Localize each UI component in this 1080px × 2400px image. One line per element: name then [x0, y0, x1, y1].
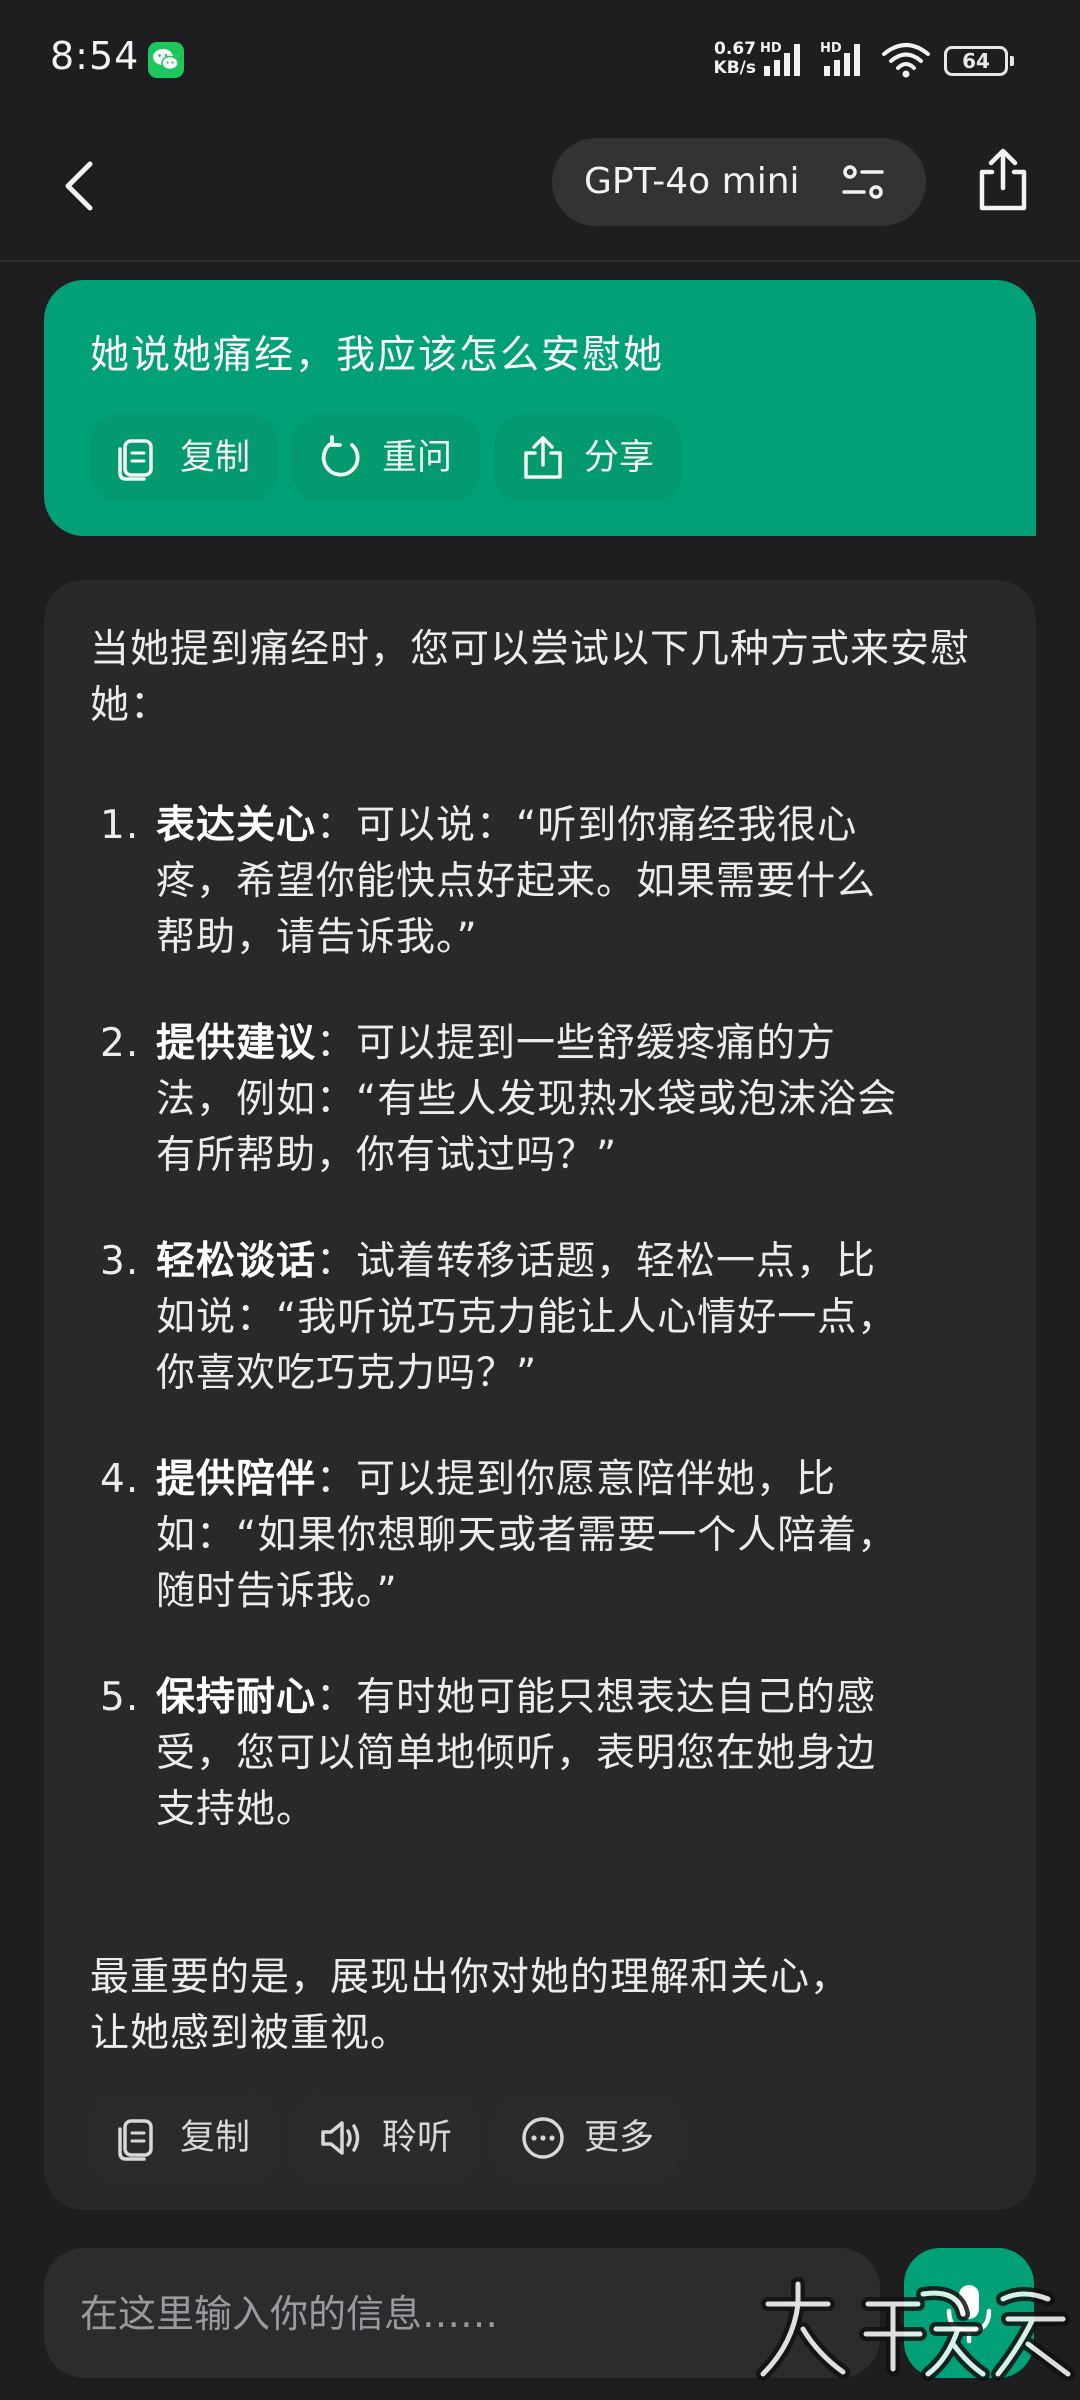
- tune-icon: [842, 165, 884, 199]
- list-item-text: 疼，希望你能快点好起来。如果需要什么: [156, 859, 877, 904]
- speaker-icon: [321, 2121, 360, 2155]
- signal-tag-1: HD: [760, 41, 782, 56]
- list-item-text: 帮助，请告诉我。”: [156, 915, 478, 960]
- list-item-text: 法，例如：“有些人发现热水袋或泡沫浴会: [156, 1077, 898, 1122]
- back-button[interactable]: [50, 154, 114, 218]
- copy-icon: [118, 2119, 153, 2161]
- assistant-outro-line: 最重要的是，展现出你对她的理解和关心，: [90, 1955, 851, 2000]
- net-speed-value: 0.67: [714, 39, 756, 59]
- list-item-text: 受，您可以简单地倾听，表明您在她身边: [156, 1731, 877, 1776]
- watermark-logo: [756, 2277, 1075, 2381]
- list-number: 3.: [100, 1239, 140, 1284]
- top-bar: GPT-4o mini: [0, 120, 1080, 262]
- copy-response-button[interactable]: 复制: [90, 2094, 278, 2182]
- more-icon: [522, 2117, 564, 2159]
- copy-label: 复制: [180, 438, 251, 478]
- list-number: 1.: [100, 803, 140, 848]
- net-speed: 0.67 KB/s: [702, 40, 756, 78]
- net-speed-unit: KB/s: [713, 58, 756, 78]
- cell-signal-icon-2: HD: [820, 40, 874, 78]
- list-item-text: ：试着转移话题，轻松一点，比: [316, 1239, 877, 1284]
- copy-response-label: 复制: [180, 2118, 251, 2158]
- list-item-text: ：可以提到你愿意陪伴她，比: [316, 1457, 837, 1502]
- model-name: GPT-4o mini: [584, 161, 800, 202]
- assistant-intro: 当她提到痛经时，您可以尝试以下几种方式来安慰她：: [90, 627, 971, 728]
- assistant-outro-line: 让她感到被重视。: [90, 2011, 411, 2056]
- user-message-text: 她说她痛经，我应该怎么安慰她: [90, 333, 665, 378]
- list-item-title: 表达关心: [156, 803, 317, 848]
- battery-indicator: 64: [944, 46, 1014, 76]
- list-item-text: 有所帮助，你有试过吗？”: [156, 1133, 618, 1178]
- list-number: 2.: [100, 1021, 140, 1066]
- model-selector-button[interactable]: GPT-4o mini: [552, 138, 926, 226]
- re-ask-label: 重问: [382, 438, 453, 478]
- status-time: 8:54: [50, 34, 140, 78]
- list-item-text: 支持她。: [156, 1787, 317, 1832]
- cell-signal-icon: HD: [760, 40, 814, 78]
- list-item-text: 如说：“我听说巧克力能让人心情好一点，: [156, 1295, 898, 1340]
- list-item-title: 保持耐心: [156, 1675, 317, 1720]
- listen-button[interactable]: 聆听: [292, 2094, 480, 2182]
- list-number: 4.: [100, 1457, 140, 1502]
- list-item-text: 如：“如果你想聊天或者需要一个人陪着，: [156, 1513, 898, 1558]
- share-label: 分享: [584, 438, 655, 478]
- list-item-text: 随时告诉我。”: [156, 1569, 398, 1614]
- list-item-text: 你喜欢吃巧克力吗？”: [156, 1351, 538, 1396]
- share-conversation-button[interactable]: [968, 146, 1038, 216]
- list-number: 5.: [100, 1675, 140, 1720]
- list-item-text: ：可以提到一些舒缓疼痛的方: [316, 1021, 837, 1066]
- listen-label: 聆听: [382, 2118, 453, 2158]
- list-item-text: ：有时她可能只想表达自己的感: [316, 1675, 877, 1720]
- status-bar: 8:54 0.67 KB/s HD HD 64: [0, 0, 1080, 120]
- user-message-bubble: 她说她痛经，我应该怎么安慰她 复制 重问 分享: [44, 280, 1036, 536]
- share-icon: [524, 436, 562, 479]
- copy-icon: [118, 439, 153, 481]
- signal-tag-2: HD: [820, 41, 842, 56]
- wechat-icon: [148, 42, 184, 78]
- share-icon: [979, 148, 1027, 211]
- copy-button[interactable]: 复制: [90, 414, 278, 502]
- chevron-left-icon: [65, 161, 93, 211]
- more-label: 更多: [584, 2118, 655, 2158]
- list-item-title: 轻松谈话: [156, 1239, 317, 1284]
- message-input[interactable]: [78, 2278, 842, 2350]
- assistant-outro: 最重要的是，展现出你对她的理解和关心， 让她感到被重视。: [90, 1950, 1010, 2062]
- refresh-icon: [321, 435, 360, 477]
- more-button[interactable]: 更多: [494, 2094, 682, 2182]
- assistant-message-bubble: 当她提到痛经时，您可以尝试以下几种方式来安慰她： 1. 表达关心：可以说：“听到…: [44, 580, 1036, 2210]
- re-ask-button[interactable]: 重问: [292, 414, 480, 502]
- wifi-icon: [880, 40, 932, 78]
- list-item-title: 提供建议: [156, 1021, 317, 1066]
- list-item-title: 提供陪伴: [156, 1457, 317, 1502]
- share-button[interactable]: 分享: [494, 414, 682, 502]
- list-item-text: ：可以说：“听到你痛经我很心: [316, 803, 858, 848]
